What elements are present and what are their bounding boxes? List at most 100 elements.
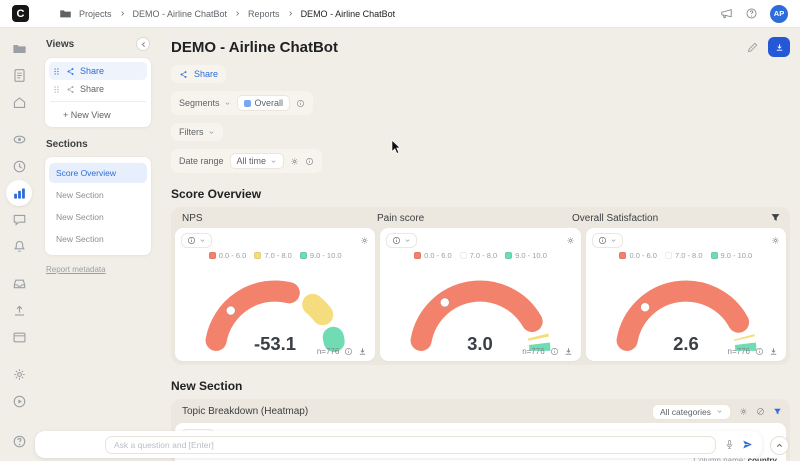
breadcrumb-item[interactable]: Projects [79, 9, 112, 19]
legend-swatch [505, 252, 512, 259]
sample-size: n=776 [317, 347, 339, 356]
ask-question-input[interactable] [105, 436, 716, 454]
legend-label: 0.0 - 6.0 [629, 251, 657, 260]
filters-dropdown[interactable]: Filters [179, 127, 215, 137]
legend-swatch [460, 252, 467, 259]
segment-overall-chip[interactable]: Overall [237, 95, 291, 111]
legend-label: 9.0 - 10.0 [310, 251, 342, 260]
date-range-value: All time [237, 156, 267, 166]
chevron-down-icon [610, 237, 617, 244]
download-icon [775, 43, 784, 52]
rail-item-settings-icon[interactable] [12, 367, 27, 382]
rail-item-play-icon[interactable] [12, 394, 27, 409]
download-chart-icon[interactable] [769, 347, 778, 356]
mic-icon[interactable] [724, 439, 735, 450]
rail-active-pill[interactable] [6, 180, 32, 206]
rail-item-history-icon[interactable] [12, 159, 27, 174]
report-metadata-link[interactable]: Report metadata [46, 265, 106, 274]
chart-type-dropdown[interactable] [386, 233, 417, 248]
help-icon[interactable] [745, 7, 758, 20]
legend-swatch [665, 252, 672, 259]
gear-icon[interactable] [739, 407, 748, 416]
new-view-button[interactable]: + New View [49, 105, 147, 123]
share-icon [179, 70, 188, 79]
sidebar-section-item[interactable]: Score Overview [49, 163, 147, 183]
share-icon [66, 67, 75, 76]
sidebar-section-item[interactable]: New Section [49, 229, 147, 249]
date-range-pill: Date range All time [171, 149, 322, 173]
legend-item: 7.0 - 8.0 [665, 251, 703, 260]
gauge-chart: 3.0 [392, 261, 568, 358]
rail-item-home-icon[interactable] [12, 95, 27, 110]
legend-item: 0.0 - 6.0 [414, 251, 452, 260]
breadcrumb-item[interactable]: Reports [248, 9, 280, 19]
rail-item-bell-icon[interactable] [12, 239, 27, 254]
legend-label: 7.0 - 8.0 [675, 251, 703, 260]
drag-handle-icon[interactable] [52, 85, 61, 94]
send-icon[interactable] [742, 439, 753, 450]
sidebar-collapse-button[interactable] [136, 37, 150, 51]
chevron-down-icon [270, 158, 277, 165]
avatar[interactable]: AP [770, 5, 788, 23]
collapse-askbar-button[interactable] [770, 436, 789, 455]
share-button[interactable]: Share [171, 65, 226, 83]
download-chart-icon[interactable] [564, 347, 573, 356]
sidebar-section-item[interactable]: New Section [49, 185, 147, 205]
sidebar-view-item[interactable]: Share [49, 80, 147, 98]
chevron-down-icon [199, 237, 206, 244]
rail-item-chat-icon[interactable] [12, 212, 27, 227]
gear-icon[interactable] [360, 236, 369, 245]
info-icon[interactable] [296, 99, 305, 108]
share-label: Share [194, 69, 218, 79]
rail-item-bar-chart-icon[interactable] [12, 186, 27, 201]
filters-pill: Filters [171, 123, 223, 141]
gauge-card: 0.0 - 6.07.0 - 8.09.0 - 10.03.0n=776 [380, 228, 580, 361]
rail-item-file-icon[interactable] [12, 68, 27, 83]
chart-type-dropdown[interactable] [592, 233, 623, 248]
rail-item-eye-icon[interactable] [12, 132, 27, 147]
legend-item: 7.0 - 8.0 [254, 251, 292, 260]
chart-title: NPS [177, 213, 372, 224]
gear-icon[interactable] [566, 236, 575, 245]
gear-icon[interactable] [771, 236, 780, 245]
gauge-card: 0.0 - 6.07.0 - 8.09.0 - 10.02.6n=776 [586, 228, 786, 361]
date-range-dropdown[interactable]: All time [230, 153, 285, 169]
rail-item-inbox-icon[interactable] [12, 276, 27, 291]
rail-item-window-icon[interactable] [12, 330, 27, 345]
drag-handle-icon[interactable] [52, 67, 61, 76]
breadcrumb-item[interactable]: DEMO - Airline ChatBot [133, 9, 228, 19]
exclude-icon[interactable] [756, 407, 765, 416]
categories-dropdown[interactable]: All categories [652, 404, 731, 420]
info-icon[interactable] [550, 347, 559, 356]
categories-label: All categories [660, 407, 711, 417]
main-content: DEMO - Airline ChatBot Share Segments Ov… [158, 28, 800, 461]
rail-item-folder-icon[interactable] [12, 41, 27, 56]
sidebar-view-item[interactable]: Share [49, 62, 147, 80]
sidebar-section-item[interactable]: New Section [49, 207, 147, 227]
chevron-down-icon [224, 100, 231, 107]
segments-dropdown[interactable]: Segments [179, 98, 231, 108]
info-icon[interactable] [305, 157, 314, 166]
download-chart-icon[interactable] [358, 347, 367, 356]
filter-funnel-icon[interactable] [770, 212, 781, 223]
breadcrumb: Projects DEMO - Airline ChatBot Reports DEM… [59, 7, 395, 20]
edit-icon[interactable] [746, 41, 759, 54]
legend-item: 9.0 - 10.0 [505, 251, 547, 260]
legend-item: 0.0 - 6.0 [619, 251, 657, 260]
download-report-button[interactable] [768, 37, 790, 57]
info-icon [598, 236, 607, 245]
filter-funnel-icon[interactable] [773, 407, 782, 416]
gear-icon[interactable] [290, 157, 299, 166]
legend-swatch [711, 252, 718, 259]
rail-item-upload-icon[interactable] [12, 303, 27, 318]
segments-pill: Segments Overall [171, 91, 313, 115]
divider [50, 101, 146, 102]
rail-item-help-icon[interactable] [12, 434, 27, 449]
info-icon[interactable] [755, 347, 764, 356]
breadcrumb-item[interactable]: DEMO - Airline ChatBot [301, 9, 396, 19]
info-icon[interactable] [344, 347, 353, 356]
chart-title: Pain score [372, 213, 567, 224]
announcements-icon[interactable] [720, 7, 733, 20]
app-logo[interactable]: C [12, 5, 29, 22]
chart-type-dropdown[interactable] [181, 233, 212, 248]
